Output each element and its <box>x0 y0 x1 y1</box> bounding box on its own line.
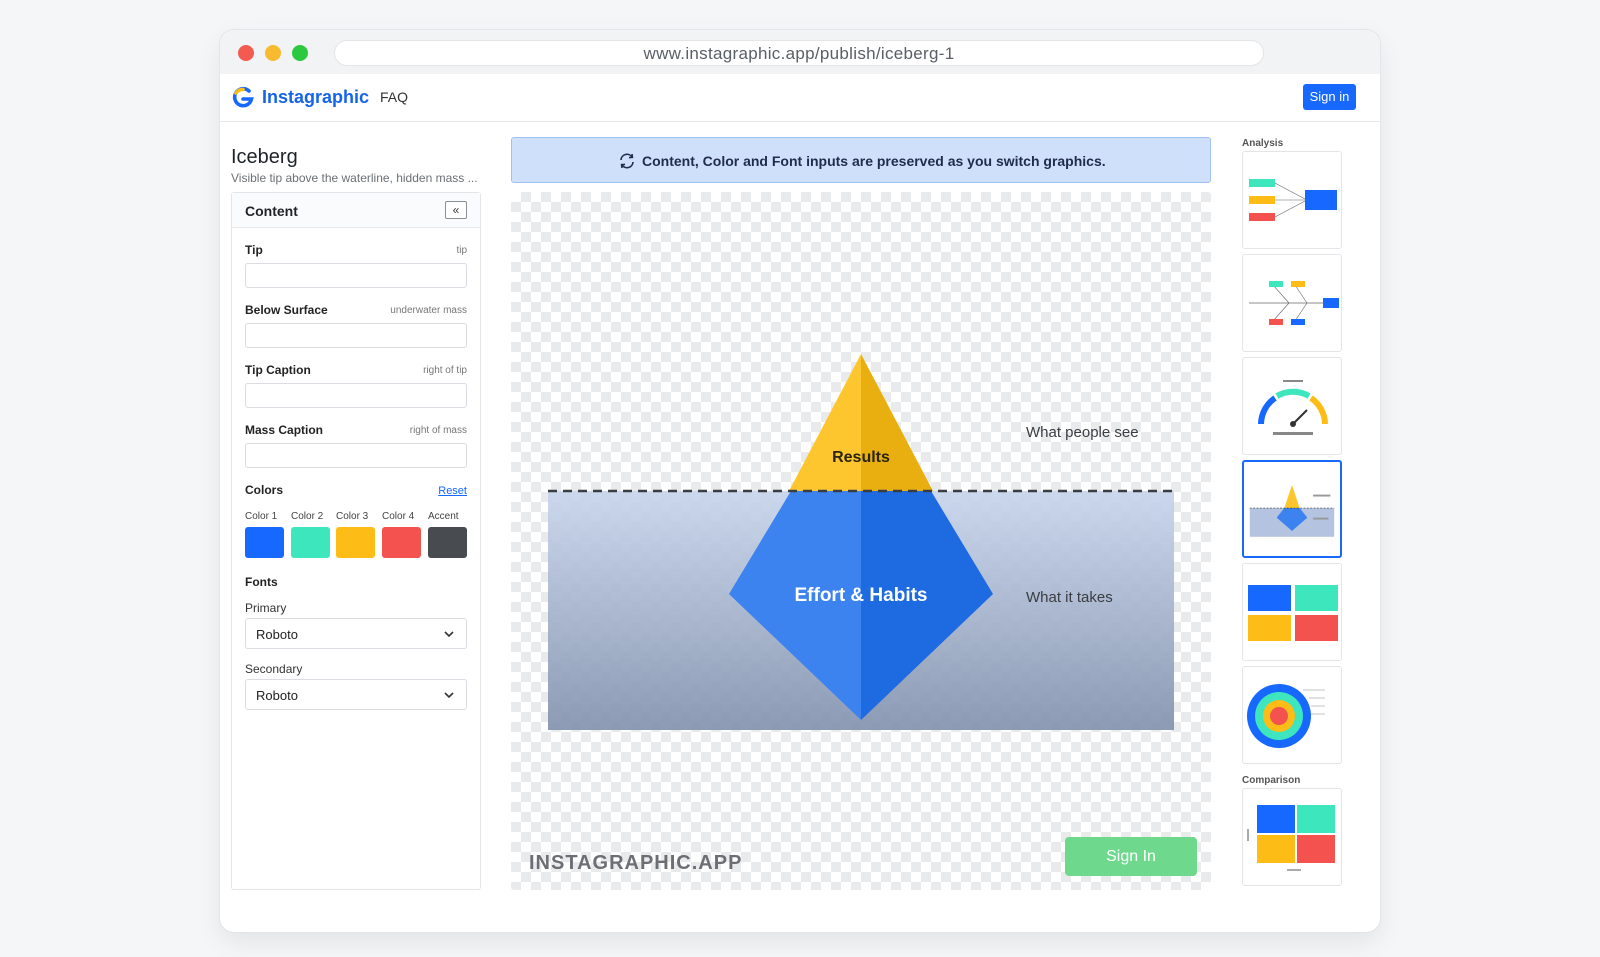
nav-faq-link[interactable]: FAQ <box>380 89 408 105</box>
color-swatch-1[interactable] <box>245 527 284 558</box>
browser-chrome: www.instagraphic.app/publish/iceberg-1 <box>220 30 1380 74</box>
iceberg-tip-left <box>789 354 861 491</box>
field-hint-tip: tip <box>456 245 467 256</box>
primary-font-value: Roboto <box>256 627 298 642</box>
gauge-preview <box>1258 380 1328 435</box>
quadrant-grid-preview <box>1248 585 1338 641</box>
iceberg-preview <box>1249 485 1335 537</box>
tip-caption-input[interactable] <box>245 383 467 408</box>
fonts-label: Fonts <box>245 575 278 589</box>
swatch-label-color-4: Color 4 <box>382 511 415 522</box>
thumbnail-flow-diagram[interactable] <box>1242 151 1342 249</box>
thumbnail-fishbone[interactable] <box>1242 254 1342 352</box>
chevron-down-icon <box>444 692 454 699</box>
below-surface-input[interactable] <box>245 323 467 348</box>
field-hint-below-surface: underwater mass <box>390 305 467 316</box>
thumbnail-target-rings[interactable] <box>1242 666 1342 764</box>
thumbnail-comparison-matrix[interactable] <box>1242 788 1342 886</box>
content-panel-header: Content « <box>232 193 480 228</box>
thumbnail-quadrant-grid[interactable] <box>1242 563 1342 661</box>
colors-label: Colors <box>245 483 284 497</box>
sync-icon <box>620 153 634 169</box>
swatch-label-color-3: Color 3 <box>336 511 369 522</box>
app-header: Instagraphic FAQ Sign in <box>220 74 1380 122</box>
primary-font-label: Primary <box>245 601 287 615</box>
canvas-sign-in-button[interactable]: Sign In <box>1065 837 1197 876</box>
secondary-font-value: Roboto <box>256 688 298 703</box>
mass-label: Effort & Habits <box>795 585 928 606</box>
color-swatch-4[interactable] <box>382 527 421 558</box>
fishbone-preview <box>1249 281 1339 325</box>
address-bar[interactable]: www.instagraphic.app/publish/iceberg-1 <box>334 40 1264 66</box>
thumbnail-iceberg[interactable] <box>1242 460 1342 558</box>
maximize-window-button[interactable] <box>292 45 308 61</box>
iceberg-tip-right <box>861 354 933 491</box>
graphic-title: Iceberg <box>231 146 298 168</box>
brand-name[interactable]: Instagraphic <box>262 87 369 108</box>
tip-input[interactable] <box>245 263 467 288</box>
swatch-label-color-1: Color 1 <box>245 511 278 522</box>
thumbnail-gauge[interactable] <box>1242 357 1342 455</box>
graphic-canvas[interactable]: Results Effort & Habits What people see … <box>511 192 1211 890</box>
secondary-font-label: Secondary <box>245 662 303 676</box>
mass-caption-input[interactable] <box>245 443 467 468</box>
color-swatch-2[interactable] <box>291 527 330 558</box>
target-rings-preview <box>1247 684 1325 748</box>
field-label-below-surface: Below Surface <box>245 303 328 317</box>
swatch-label-color-2: Color 2 <box>291 511 324 522</box>
secondary-font-select[interactable]: Roboto <box>245 679 467 710</box>
comparison-matrix-preview <box>1247 805 1335 871</box>
instagraphic-logo-icon <box>232 86 254 108</box>
collapse-panel-button[interactable]: « <box>445 201 467 219</box>
color-swatch-accent[interactable] <box>428 527 467 558</box>
field-hint-mass-caption: right of mass <box>409 425 467 436</box>
reset-colors-link[interactable]: Reset <box>438 485 467 497</box>
field-hint-tip-caption: right of tip <box>423 365 467 376</box>
content-section-title: Content <box>245 203 298 219</box>
color-swatch-3[interactable] <box>336 527 375 558</box>
iceberg-graphic: Results Effort & Habits What people see … <box>548 354 1174 730</box>
chevron-down-icon <box>444 631 454 638</box>
field-label-mass-caption: Mass Caption <box>245 423 324 437</box>
flow-diagram-preview <box>1249 179 1337 221</box>
section-label-analysis: Analysis <box>1242 138 1284 149</box>
minimize-window-button[interactable] <box>265 45 281 61</box>
notice-text: Content, Color and Font inputs are prese… <box>642 153 1106 169</box>
instagraphic-watermark: INSTAGRAPHIC.APP <box>529 852 743 874</box>
swatch-label-accent: Accent <box>428 511 459 522</box>
content-panel: Content « Tip tip Below Surface underwat… <box>231 192 481 890</box>
primary-font-select[interactable]: Roboto <box>245 618 467 649</box>
close-window-button[interactable] <box>238 45 254 61</box>
sign-in-button[interactable]: Sign in <box>1303 84 1356 110</box>
tip-label: Results <box>832 449 890 466</box>
preserve-inputs-notice: Content, Color and Font inputs are prese… <box>511 137 1211 183</box>
tip-caption: What people see <box>1026 424 1139 441</box>
field-label-tip-caption: Tip Caption <box>245 363 311 377</box>
field-label-tip: Tip <box>245 243 263 257</box>
mass-caption: What it takes <box>1026 589 1113 606</box>
graphic-subtitle: Visible tip above the waterline, hidden … <box>231 171 478 185</box>
section-label-comparison: Comparison <box>1242 775 1301 786</box>
browser-window: www.instagraphic.app/publish/iceberg-1 I… <box>220 30 1380 932</box>
